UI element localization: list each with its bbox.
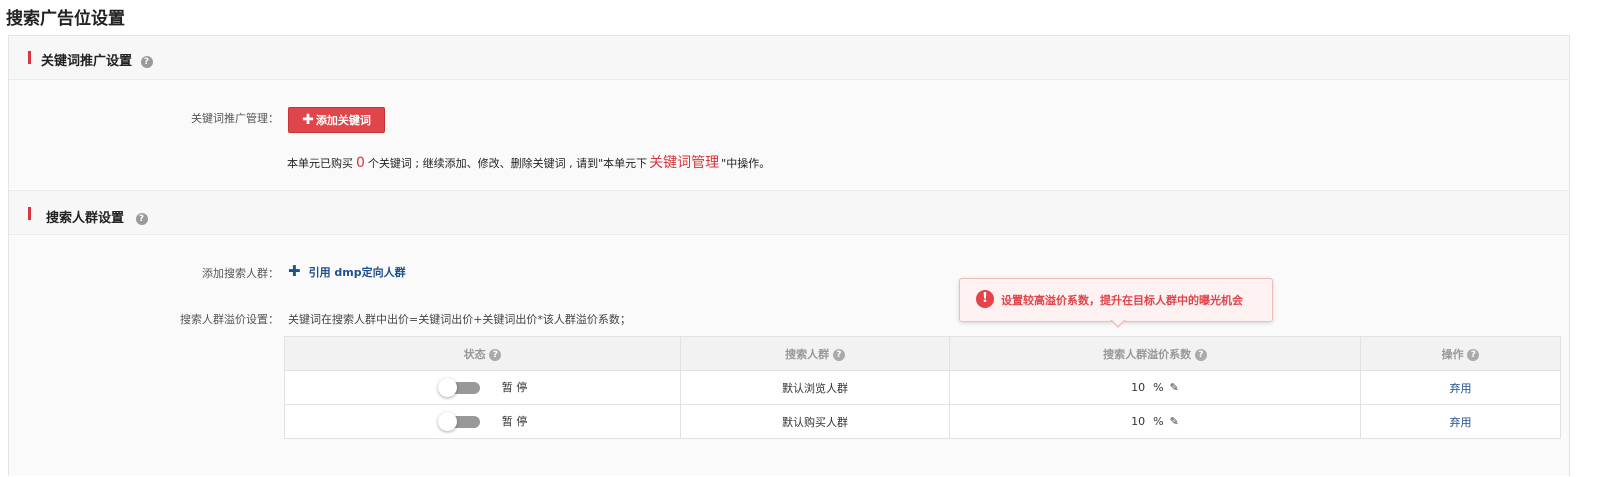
page-title: 搜索广告位设置 [6,9,125,29]
add-keyword-label: 添加关键词 [315,114,371,127]
status-toggle[interactable] [437,377,482,398]
keyword-count: 0 [356,155,365,171]
status-toggle[interactable] [437,411,482,432]
column-header-premium: 搜索人群溢价系数 ? [949,336,1361,371]
table-row: 暂 停 默认购买人群 10% ✎ 弃用 [284,404,1561,439]
crowd-section-body: 添加搜索人群： ✚ 引用 dmp定向人群 搜索人群溢价设置： 关键词在搜索人群中出… [9,235,1569,476]
status-text: 暂 停 [501,380,528,394]
tooltip-arrow-inner [1111,319,1125,326]
help-icon[interactable]: ? [135,212,148,225]
help-icon[interactable]: ? [140,55,153,68]
crowd-premium-label: 搜索人群溢价设置： [180,313,279,326]
discard-link[interactable]: 弃用 [1450,416,1472,429]
premium-tooltip: ! 设置较高溢价系数，提升在目标人群中的曝光机会 [959,278,1273,328]
help-icon[interactable]: ? [832,348,845,361]
premium-value: 10 [1131,381,1146,394]
keyword-section-body: 关键词推广管理： ✚ 添加关键词 本单元已购买 0 个关键词 ; 继续添加、修改、删除… [9,80,1569,189]
crowd-section-title-text: 搜索人群设置 [46,211,125,226]
table-row: 暂 停 默认浏览人群 10% ✎ 弃用 [284,370,1561,405]
discard-link[interactable]: 弃用 [1450,382,1472,395]
crowd-table: 状态 ? 搜索人群 ? 搜索人群溢价系数 ? 操作 ? 暂 停 默认浏览人群 1… [284,336,1561,439]
keyword-manage-label: 关键词推广管理： [191,112,279,125]
keyword-info-line: 本单元已购买 0 个关键词 ; 继续添加、修改、删除关键词 , 请到"本单元下 关键词… [287,152,770,172]
add-dmp-crowd-text: 引用 dmp定向人群 [308,266,406,279]
column-label: 状态 [463,347,486,361]
add-crowd-label: 添加搜索人群： [202,267,279,280]
crowd-name-cell: 默认购买人群 [680,404,950,439]
info-suffix: "中操作。 [721,157,771,170]
premium-cell: 10% ✎ [949,370,1361,405]
help-icon[interactable]: ? [1467,348,1480,361]
keyword-section-title: 关键词推广设置 ? [41,50,153,69]
info-prefix: 本单元已购买 [287,157,353,170]
column-header-action: 操作 ? [1360,336,1561,371]
status-text: 暂 停 [501,414,528,428]
premium-formula: 关键词在搜索人群中出价=关键词出价+关键词出价*该人群溢价系数； [288,313,631,326]
keyword-manage-link[interactable]: 关键词管理 [649,155,719,171]
add-dmp-crowd-link[interactable]: ✚ 引用 dmp定向人群 [288,262,406,280]
warning-icon: ! [976,290,994,308]
status-cell: 暂 停 [284,404,681,439]
crowd-section-title: 搜索人群设置 ? [46,207,148,226]
keyword-section-header: 关键词推广设置 ? [9,36,1569,80]
help-icon[interactable]: ? [489,348,502,361]
plus-icon: ✚ [302,112,314,128]
edit-pencil-icon[interactable]: ✎ [1170,415,1179,428]
premium-cell: 10% ✎ [949,404,1361,439]
crowd-name-cell: 默认浏览人群 [680,370,950,405]
edit-pencil-icon[interactable]: ✎ [1170,381,1179,394]
add-keyword-button[interactable]: ✚ 添加关键词 [288,107,385,133]
section-accent-bar [28,51,31,64]
help-icon[interactable]: ? [1194,348,1207,361]
section-accent-bar [28,207,31,220]
action-cell: 弃用 [1360,370,1561,405]
column-header-crowd: 搜索人群 ? [680,336,950,371]
plus-icon: ✚ [288,262,301,280]
keyword-section-title-text: 关键词推广设置 [41,54,133,69]
column-label: 搜索人群溢价系数 [1103,347,1192,361]
table-header-row: 状态 ? 搜索人群 ? 搜索人群溢价系数 ? 操作 ? [284,336,1561,371]
premium-value: 10 [1131,415,1146,428]
premium-unit: % [1153,381,1164,394]
info-middle: 个关键词 ; 继续添加、修改、删除关键词 , 请到"本单元下 [367,157,648,170]
column-label: 操作 [1441,347,1464,361]
action-cell: 弃用 [1360,404,1561,439]
column-label: 搜索人群 [785,347,830,361]
premium-unit: % [1153,415,1164,428]
status-cell: 暂 停 [284,370,681,405]
column-header-status: 状态 ? [284,336,681,371]
crowd-section-header: 搜索人群设置 ? [9,190,1569,235]
settings-panel: 关键词推广设置 ? 关键词推广管理： ✚ 添加关键词 本单元已购买 0 个关键词 ; … [8,35,1570,476]
tooltip-text: 设置较高溢价系数，提升在目标人群中的曝光机会 [1001,294,1243,307]
